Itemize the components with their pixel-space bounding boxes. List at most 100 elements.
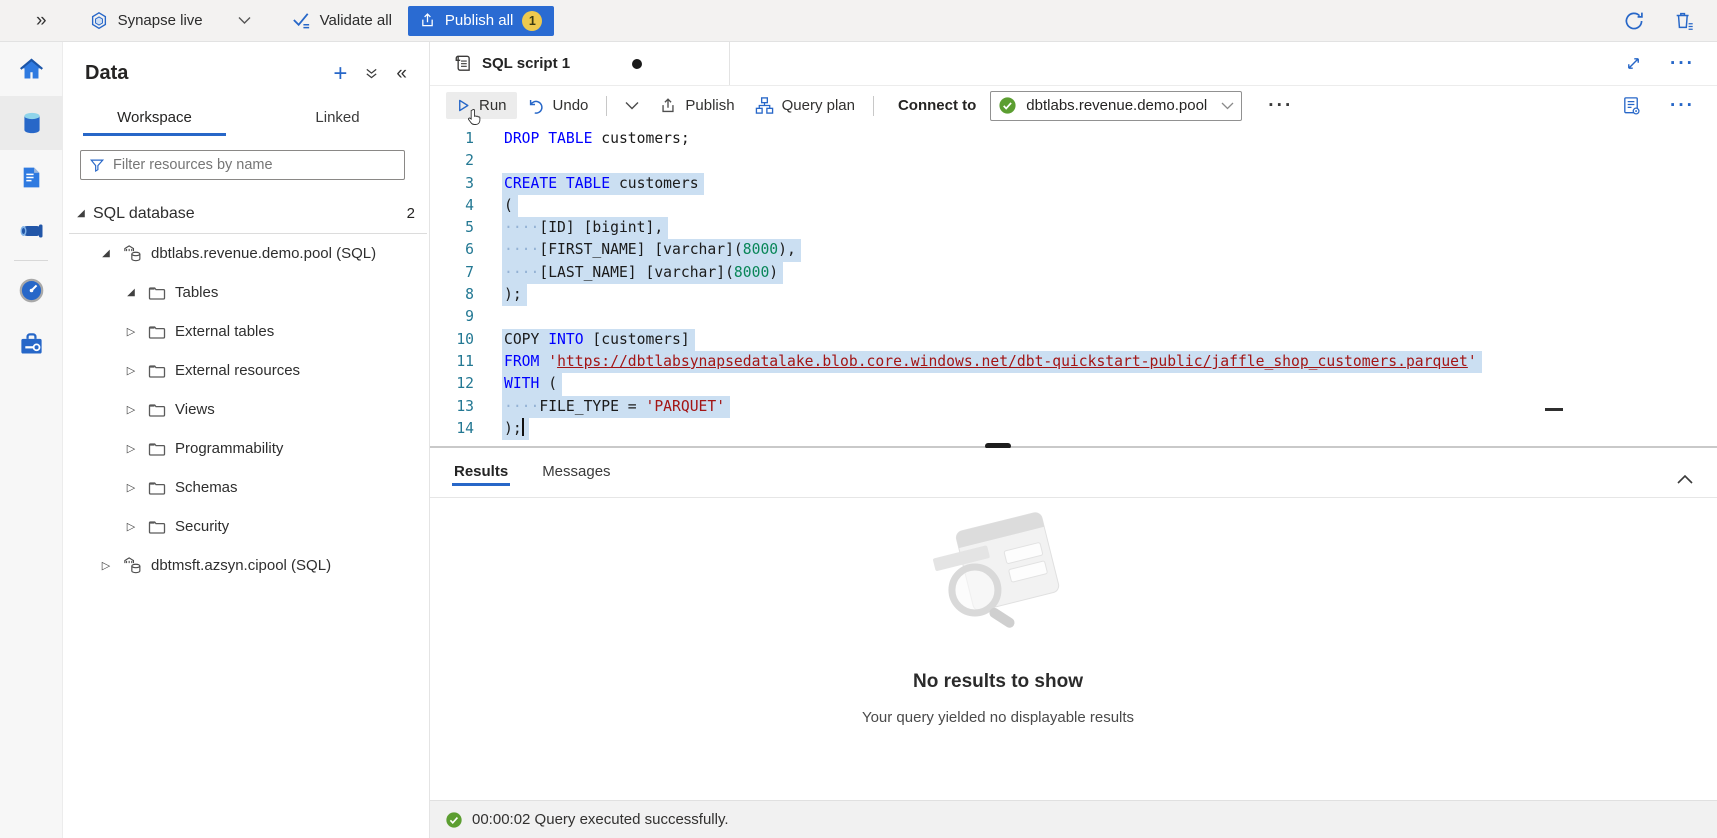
tree-item-schemas[interactable]: ▷Schemas bbox=[63, 468, 429, 507]
results-tab-bar: Results Messages bbox=[430, 448, 1717, 498]
code-line[interactable]: 2 bbox=[430, 150, 1717, 172]
add-icon[interactable]: + bbox=[333, 65, 347, 83]
tab-messages[interactable]: Messages bbox=[542, 463, 610, 494]
tab-workspace[interactable]: Workspace bbox=[63, 101, 246, 136]
more-icon[interactable]: ··· bbox=[1670, 101, 1695, 111]
filter-box bbox=[80, 150, 405, 180]
collapse-chevron-icon[interactable] bbox=[1675, 472, 1695, 486]
line-number: 1 bbox=[430, 128, 474, 150]
filter-input[interactable] bbox=[113, 157, 396, 173]
tree-item-label: dbtlabs.revenue.demo.pool (SQL) bbox=[151, 245, 376, 262]
database-icon bbox=[122, 555, 143, 576]
double-chevron-down-icon[interactable] bbox=[364, 66, 379, 81]
code-line[interactable]: 5····[ID] [bigint], bbox=[430, 217, 1717, 239]
expand-editor-icon[interactable] bbox=[1623, 53, 1644, 74]
tree-item-security[interactable]: ▷ Security bbox=[63, 507, 429, 546]
expand-arrow-icon[interactable]: ▷ bbox=[123, 325, 139, 338]
tree-item-tables[interactable]: ◢ Tables bbox=[63, 273, 429, 312]
line-number: 10 bbox=[430, 329, 474, 351]
no-results-illustration bbox=[913, 508, 1083, 648]
code-line[interactable]: 7····[LAST_NAME] [varchar](8000) bbox=[430, 262, 1717, 284]
rail-item-home[interactable] bbox=[0, 42, 63, 96]
sidebar-title: Data bbox=[85, 62, 128, 85]
expand-arrow-icon[interactable]: ▷ bbox=[123, 403, 139, 416]
tree-item-programmability[interactable]: ▷Programmability bbox=[63, 429, 429, 468]
unsaved-dot bbox=[632, 59, 642, 69]
line-number: 2 bbox=[430, 150, 474, 172]
tree-item-views[interactable]: ▷Views bbox=[63, 390, 429, 429]
code-line[interactable]: 1DROP TABLE customers; bbox=[430, 128, 1717, 150]
collapse-pane-icon[interactable]: « bbox=[396, 63, 407, 85]
results-panel: Results Messages bbox=[430, 448, 1717, 800]
pool-dropdown[interactable]: dbtlabs.revenue.demo.pool bbox=[990, 91, 1242, 121]
tree-item-label: External resources bbox=[175, 362, 300, 379]
code-line[interactable]: 10COPY INTO [customers] bbox=[430, 329, 1717, 351]
pool-value: dbtlabs.revenue.demo.pool bbox=[1026, 97, 1207, 114]
expand-arrow-icon[interactable]: ▷ bbox=[98, 559, 114, 572]
doc-tab-title: SQL script 1 bbox=[482, 55, 570, 72]
rail-item-develop[interactable] bbox=[0, 150, 63, 204]
folder-icon bbox=[147, 283, 167, 303]
tree-item-label: Security bbox=[175, 518, 229, 535]
rail-item-integrate[interactable] bbox=[0, 204, 63, 258]
tab-linked[interactable]: Linked bbox=[246, 101, 429, 136]
tree-item-external-resources[interactable]: ▷ External resources bbox=[63, 351, 429, 390]
tree-item-label: dbtmsft.azsyn.cipool (SQL) bbox=[151, 557, 331, 574]
expand-arrow-icon[interactable]: ▷ bbox=[123, 364, 139, 377]
expand-arrow-icon[interactable]: ▷ bbox=[123, 481, 139, 494]
tree-item-dbtmsft-azsyn-cipool-sql[interactable]: ▷ dbtmsft.azsyn.cipool (SQL) bbox=[63, 546, 429, 585]
code-line[interactable]: 14); bbox=[430, 418, 1717, 440]
collapse-arrow-icon[interactable]: ◢ bbox=[98, 248, 114, 259]
tree-item-label: SQL database bbox=[93, 205, 195, 223]
code-line[interactable]: 4( bbox=[430, 195, 1717, 217]
properties-icon[interactable] bbox=[1619, 93, 1644, 118]
tree-item-dbtlabs-revenue-demo-pool-sql[interactable]: ◢ dbtlabs.revenue.demo.pool (SQL) bbox=[63, 234, 429, 273]
sql-code-editor[interactable]: 1DROP TABLE customers;23CREATE TABLE cus… bbox=[430, 125, 1717, 447]
code-line[interactable]: 6····[FIRST_NAME] [varchar](8000), bbox=[430, 239, 1717, 261]
mode-selector[interactable]: Synapse live bbox=[89, 11, 251, 31]
validate-all-button[interactable]: Validate all bbox=[291, 10, 392, 31]
discard-trash-icon[interactable] bbox=[1671, 8, 1697, 34]
sql-script-icon bbox=[451, 53, 472, 74]
editor-scrollbar-mark[interactable] bbox=[1545, 408, 1563, 411]
rail-item-manage[interactable] bbox=[0, 317, 63, 371]
run-options-chevron[interactable] bbox=[615, 96, 649, 115]
line-content: CREATE TABLE customers bbox=[502, 173, 704, 195]
synapse-studio-app: » Synapse live Validate all Publish all … bbox=[0, 0, 1717, 838]
tab-results[interactable]: Results bbox=[454, 463, 508, 494]
rail-item-monitor[interactable] bbox=[0, 263, 63, 317]
publish-all-button[interactable]: Publish all 1 bbox=[408, 6, 554, 36]
code-line[interactable]: 8); bbox=[430, 284, 1717, 306]
line-number: 12 bbox=[430, 373, 474, 395]
folder-icon bbox=[147, 322, 167, 342]
database-icon bbox=[122, 243, 143, 264]
publish-button[interactable]: Publish bbox=[649, 92, 744, 120]
code-line[interactable]: 12WITH ( bbox=[430, 373, 1717, 395]
code-line[interactable]: 11FROM 'https://dbtlabsynapsedatalake.bl… bbox=[430, 351, 1717, 373]
collapse-arrow-icon[interactable]: ◢ bbox=[73, 208, 89, 219]
expand-arrow-icon[interactable]: ▷ bbox=[123, 520, 139, 533]
collapse-arrow-icon[interactable]: ◢ bbox=[123, 287, 139, 298]
tree-item-label: Tables bbox=[175, 284, 218, 301]
line-number: 4 bbox=[430, 195, 474, 217]
run-button[interactable]: Run bbox=[446, 92, 517, 119]
query-plan-button[interactable]: Query plan bbox=[745, 91, 865, 120]
tree-item-sql-database[interactable]: ◢SQL database2 bbox=[63, 194, 429, 233]
tab-sql-script-1[interactable]: SQL script 1 bbox=[437, 42, 730, 85]
tab-bar-actions: ··· bbox=[1623, 42, 1717, 85]
more-icon[interactable]: ··· bbox=[1268, 101, 1293, 111]
expand-panel-icon[interactable]: » bbox=[36, 10, 47, 32]
publish-count-badge: 1 bbox=[522, 11, 542, 31]
undo-button[interactable]: Undo bbox=[517, 92, 599, 120]
code-line[interactable]: 13····FILE_TYPE = 'PARQUET' bbox=[430, 396, 1717, 418]
expand-arrow-icon[interactable]: ▷ bbox=[123, 442, 139, 455]
more-icon[interactable]: ··· bbox=[1670, 59, 1695, 69]
refresh-icon[interactable] bbox=[1621, 8, 1647, 34]
rail-item-data[interactable] bbox=[0, 96, 63, 150]
tree-item-external-tables[interactable]: ▷External tables bbox=[63, 312, 429, 351]
toolbar-separator bbox=[606, 96, 607, 116]
resource-tree: ◢SQL database2◢dbtlabs.revenue.demo.pool… bbox=[63, 194, 429, 585]
code-line[interactable]: 3CREATE TABLE customers bbox=[430, 173, 1717, 195]
data-sidebar: Data + « Workspace Linked ◢SQL database2… bbox=[63, 42, 430, 838]
code-line[interactable]: 9 bbox=[430, 306, 1717, 328]
